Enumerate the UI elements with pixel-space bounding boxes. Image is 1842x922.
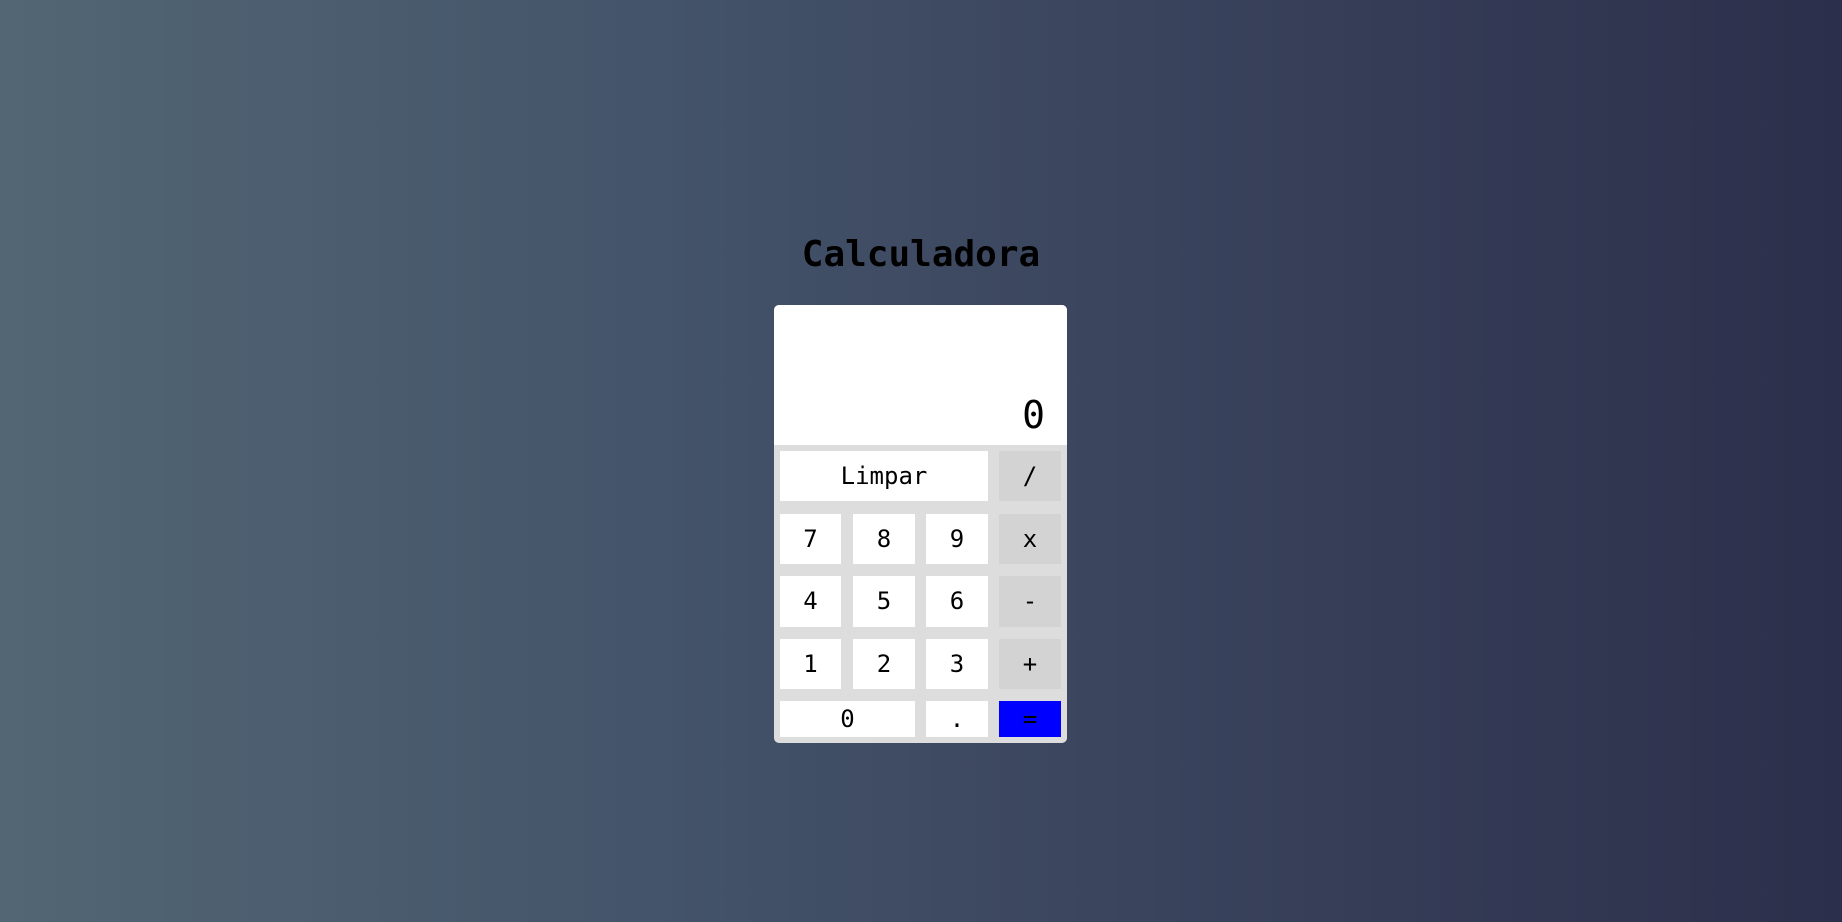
multiply-button[interactable]: x [999,514,1061,564]
add-button[interactable]: + [999,639,1061,689]
digit-9-button[interactable]: 9 [926,514,988,564]
calculator-display: 0 [774,305,1067,445]
digit-4-button[interactable]: 4 [780,576,841,627]
digit-5-button[interactable]: 5 [853,576,915,627]
digit-2-button[interactable]: 2 [853,639,915,689]
subtract-button[interactable]: - [999,576,1061,627]
page-title: Calculadora [801,234,1041,275]
digit-0-button[interactable]: 0 [780,701,915,737]
digit-6-button[interactable]: 6 [926,576,988,627]
decimal-button[interactable]: . [926,701,988,737]
digit-7-button[interactable]: 7 [780,514,841,564]
clear-button[interactable]: Limpar [780,451,988,501]
divide-button[interactable]: / [999,451,1061,501]
calculator: 0 Limpar / 7 8 9 x 4 5 6 - 1 2 3 + 0 . = [774,305,1067,743]
equals-button[interactable]: = [999,701,1061,737]
digit-1-button[interactable]: 1 [780,639,841,689]
digit-3-button[interactable]: 3 [926,639,988,689]
display-value: 0 [1022,393,1045,437]
digit-8-button[interactable]: 8 [853,514,915,564]
